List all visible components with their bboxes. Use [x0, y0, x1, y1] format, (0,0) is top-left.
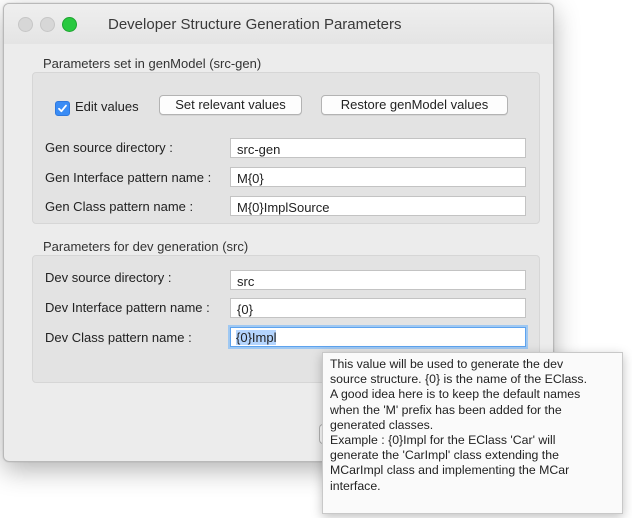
minimize-window-button[interactable] — [40, 17, 55, 32]
tooltip-line: generated classes. — [330, 417, 434, 432]
edit-values-checkbox[interactable] — [55, 101, 70, 116]
title-bar[interactable]: Developer Structure Generation Parameter… — [4, 4, 553, 44]
gen-source-directory-field[interactable] — [230, 138, 526, 158]
set-relevant-values-button[interactable]: Set relevant values — [159, 95, 302, 115]
tooltip-line: MCarImpl class and implementing the MCar — [330, 463, 570, 478]
restore-genmodel-values-button[interactable]: Restore genModel values — [321, 95, 508, 115]
tooltip-line: A good idea here is to keep the default … — [330, 387, 581, 402]
tooltip-line: Example : {0}Impl for the EClass 'Car' w… — [330, 433, 556, 448]
dev-class-pattern-label: Dev Class pattern name : — [45, 330, 192, 345]
zoom-window-button[interactable] — [62, 17, 77, 32]
window-title: Developer Structure Generation Parameter… — [108, 16, 402, 33]
dev-source-directory-field[interactable] — [230, 270, 526, 290]
gen-interface-pattern-label: Gen Interface pattern name : — [45, 170, 212, 185]
dev-class-pattern-field[interactable]: {0}Impl — [230, 327, 526, 347]
dev-interface-pattern-label: Dev Interface pattern name : — [45, 300, 210, 315]
gen-class-pattern-field[interactable] — [230, 196, 526, 216]
dev-section-label: Parameters for dev generation (src) — [43, 239, 249, 254]
tooltip-line: source structure. {0} is the name of the… — [330, 372, 587, 387]
gen-class-pattern-label: Gen Class pattern name : — [45, 199, 194, 214]
dev-class-pattern-value: {0}Impl — [236, 330, 277, 345]
dev-source-directory-label: Dev source directory : — [45, 270, 172, 285]
gen-section-label: Parameters set in genModel (src-gen) — [43, 56, 262, 71]
tooltip-line: when the 'M' prefix has been added for t… — [330, 402, 562, 417]
gen-source-directory-label: Gen source directory : — [45, 140, 173, 155]
tooltip-line: This value will be used to generate the … — [330, 357, 564, 371]
dev-interface-pattern-field[interactable] — [230, 298, 526, 318]
close-window-button[interactable] — [18, 17, 33, 32]
checkmark-icon — [58, 104, 67, 113]
gen-interface-pattern-field[interactable] — [230, 167, 526, 187]
edit-values-label[interactable]: Edit values — [75, 99, 139, 114]
tooltip-dev-class-pattern: This value will be used to generate the … — [322, 352, 623, 514]
tooltip-line: interface. — [330, 478, 381, 493]
tooltip-line: generate the 'CarImpl' class extending t… — [330, 448, 559, 463]
